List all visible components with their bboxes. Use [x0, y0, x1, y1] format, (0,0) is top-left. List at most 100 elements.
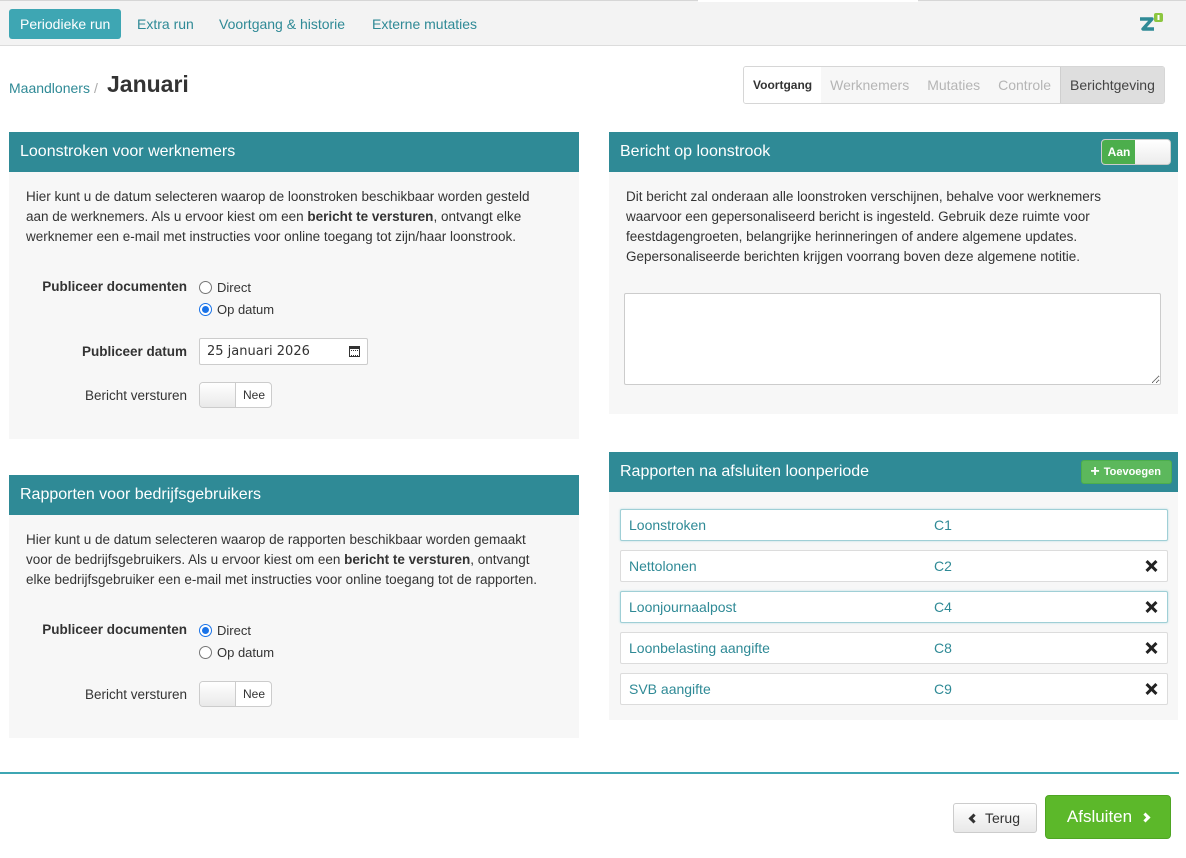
calendar-icon[interactable]	[349, 346, 360, 357]
back-button[interactable]: Terug	[953, 803, 1037, 833]
breadcrumb-separator: /	[93, 80, 98, 96]
report-row[interactable]: Loonstroken C1	[620, 509, 1168, 541]
payslip-message-toggle-label: Aan	[1102, 140, 1136, 164]
reports-radio-op-datum-circle[interactable]	[199, 646, 212, 659]
breadcrumb-link-maandloners[interactable]: Maandloners	[9, 80, 90, 96]
reports-users-panel-title: Rapporten voor bedrijfsgebruikers	[9, 475, 579, 515]
message-desc-line-2: waarvoor een gepersonaliseerd bericht is…	[626, 209, 1090, 224]
step-voortgang[interactable]: Voortgang	[744, 67, 822, 103]
payslip-message-textarea[interactable]	[624, 293, 1161, 385]
report-code: C1	[934, 517, 952, 533]
reports-after-close-panel: Rapporten na afsluiten loonperiode + Toev…	[609, 452, 1178, 720]
back-button-label: Terug	[984, 810, 1021, 826]
reports-intro-text-end: , ontvangt	[470, 552, 530, 567]
send-message-label: Bericht versturen	[84, 388, 187, 403]
payslip-message-description: Dit bericht zal onderaan alle loonstroke…	[609, 172, 1178, 267]
radio-direct-label: Direct	[217, 280, 251, 295]
reports-after-close-title-text: Rapporten na afsluiten loonperiode	[620, 463, 870, 480]
radio-op-datum[interactable]: Op datum	[199, 302, 274, 317]
payslips-panel-intro: Hier kunt u de datum selecteren waarop d…	[9, 172, 579, 247]
reports-toggle-knob[interactable]	[200, 682, 236, 706]
toggle-label: Nee	[242, 388, 265, 402]
reports-toggle-label: Nee	[242, 687, 265, 701]
finish-button[interactable]: Afsluiten	[1045, 795, 1171, 839]
reports-intro-line-1: Hier kunt u de datum selecteren waarop d…	[26, 532, 526, 547]
step-mutaties[interactable]: Mutaties	[918, 67, 989, 103]
remove-icon[interactable]	[1145, 642, 1157, 654]
tab-externe-mutaties[interactable]: Externe mutaties	[361, 9, 488, 39]
publish-documents-label: Publiceer documenten	[42, 279, 187, 294]
step-werknemers[interactable]: Werknemers	[821, 67, 918, 103]
remove-icon[interactable]	[1145, 560, 1157, 572]
breadcrumb: Maandloners /	[9, 80, 98, 96]
report-row[interactable]: Loonjournaalpost C4	[620, 591, 1168, 623]
report-code: C2	[934, 558, 952, 574]
report-row[interactable]: Loonbelasting aangifte C8	[620, 632, 1168, 664]
send-message-toggle[interactable]: Nee	[199, 382, 272, 408]
publish-date-input[interactable]: 25 januari 2026	[199, 338, 368, 365]
report-code: C4	[934, 599, 952, 615]
page-title: Januari	[107, 71, 189, 97]
reports-intro-text: voor de bedrijfsgebruikers. Als u ervoor…	[26, 552, 345, 567]
payslip-message-toggle[interactable]: Aan	[1101, 139, 1171, 165]
radio-direct[interactable]: Direct	[199, 280, 251, 295]
nav-highlight	[698, 0, 918, 2]
step-controle[interactable]: Controle	[989, 67, 1060, 103]
payslips-intro-line-2: aan de werknemers. Als u ervoor kiest om…	[26, 207, 562, 227]
report-name-link[interactable]: SVB aangifte	[629, 674, 711, 704]
payslips-intro-line-1: Hier kunt u de datum selecteren waarop d…	[26, 189, 530, 204]
publish-date-value: 25 januari 2026	[207, 344, 310, 359]
payslip-message-panel-title: Bericht op loonstrook Aan	[609, 132, 1178, 172]
report-name-link[interactable]: Loonbelasting aangifte	[629, 633, 770, 663]
plus-icon: +	[1090, 463, 1100, 480]
report-row[interactable]: SVB aangifte C9	[620, 673, 1168, 705]
finish-button-label: Afsluiten	[1066, 807, 1133, 826]
chevron-left-icon	[968, 813, 979, 823]
reports-send-message-label: Bericht versturen	[84, 687, 187, 702]
reports-intro-line-2: voor de bedrijfsgebruikers. Als u ervoor…	[26, 550, 562, 570]
reports-intro-bold: bericht te versturen	[344, 552, 471, 567]
tab-voortgang-historie[interactable]: Voortgang & historie	[208, 9, 356, 39]
footer-divider	[0, 772, 1179, 774]
radio-op-datum-circle[interactable]	[199, 303, 212, 316]
add-report-label: Toevoegen	[1103, 466, 1161, 478]
add-report-button[interactable]: + Toevoegen	[1081, 460, 1172, 484]
payslips-panel: Loonstroken voor werknemers Hier kunt u …	[9, 132, 579, 439]
tab-extra-run[interactable]: Extra run	[126, 9, 205, 39]
report-code: C9	[934, 681, 952, 697]
report-name-link[interactable]: Loonjournaalpost	[629, 592, 736, 622]
remove-icon[interactable]	[1145, 601, 1157, 613]
toggle-knob[interactable]	[200, 383, 236, 407]
reports-radio-direct-circle[interactable]	[199, 624, 212, 637]
reports-radio-direct[interactable]: Direct	[199, 623, 251, 638]
top-navigation: Periodieke run Extra run Voortgang & his…	[0, 0, 1186, 46]
payslips-intro-text-end: , ontvangt elke	[433, 209, 522, 224]
report-code: C8	[934, 640, 952, 656]
reports-publish-documents-label: Publiceer documenten	[42, 622, 187, 637]
report-name-link[interactable]: Nettolonen	[629, 551, 697, 581]
remove-icon[interactable]	[1145, 683, 1157, 695]
reports-after-close-panel-title: Rapporten na afsluiten loonperiode + Toev…	[609, 452, 1178, 492]
reports-radio-op-datum-label: Op datum	[217, 645, 275, 660]
payslip-message-toggle-knob[interactable]	[1135, 140, 1170, 164]
step-berichtgeving[interactable]: Berichtgeving	[1060, 67, 1164, 103]
chevron-right-icon	[1140, 812, 1151, 822]
payslip-message-title-text: Bericht op loonstrook	[620, 143, 771, 160]
reports-users-panel-intro: Hier kunt u de datum selecteren waarop d…	[9, 515, 579, 590]
reports-users-panel: Rapporten voor bedrijfsgebruikers Hier k…	[9, 475, 579, 738]
reports-radio-op-datum[interactable]: Op datum	[199, 645, 274, 660]
payslips-intro-line-3: werknemer een e-mail met instructies voo…	[26, 229, 516, 244]
report-row[interactable]: Nettolonen C2	[620, 550, 1168, 582]
radio-op-datum-label: Op datum	[217, 302, 275, 317]
radio-direct-circle[interactable]	[199, 281, 212, 294]
report-name-link[interactable]: Loonstroken	[629, 510, 706, 540]
wizard-steps: Voortgang Werknemers Mutaties Controle B…	[743, 66, 1165, 104]
message-desc-line-3: feestdagengroeten, belangrijke herinneri…	[626, 229, 1078, 244]
payslips-intro-text: aan de werknemers. Als u ervoor kiest om…	[26, 209, 308, 224]
payslip-message-panel: Bericht op loonstrook Aan Dit bericht za…	[609, 132, 1178, 414]
reports-radio-direct-label: Direct	[217, 623, 251, 638]
payslips-intro-bold: bericht te versturen	[307, 209, 434, 224]
tab-periodieke-run[interactable]: Periodieke run	[9, 9, 122, 39]
reports-send-message-toggle[interactable]: Nee	[199, 681, 272, 707]
app-logo-icon[interactable]	[1138, 13, 1166, 35]
